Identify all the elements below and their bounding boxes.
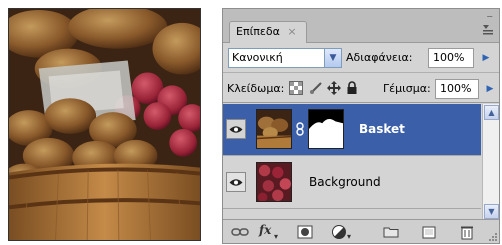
panel-header: Επίπεδα × – — [223, 9, 499, 43]
fill-field[interactable]: 100% — [435, 79, 479, 99]
adjustment-dropdown-icon: ▾ — [347, 232, 352, 241]
adjustment-layer-icon[interactable] — [331, 224, 347, 240]
tab-layers[interactable]: Επίπεδα × — [229, 21, 307, 43]
new-group-icon[interactable] — [383, 224, 399, 240]
layer-row-basket[interactable]: Basket — [223, 104, 481, 156]
minimize-button[interactable]: – — [487, 9, 494, 24]
lock-label: Κλείδωμα: — [227, 82, 285, 95]
opacity-slider-arrow-icon[interactable]: ▶ — [479, 49, 493, 67]
lock-position-move-icon[interactable] — [327, 81, 341, 95]
blend-mode-dropdown[interactable]: Κανονική ▼ — [228, 48, 342, 68]
fx-icon[interactable]: fx — [259, 223, 271, 239]
lock-all-icon[interactable] — [345, 81, 359, 95]
photo-illustration — [9, 9, 200, 240]
blend-mode-value: Κανονική — [232, 51, 283, 64]
layers-scrollbar[interactable]: ▲ ▼ — [482, 104, 499, 220]
tab-label: Επίπεδα — [236, 25, 280, 38]
link-layers-icon[interactable] — [231, 224, 249, 240]
layer-name: Basket — [359, 122, 405, 136]
basket-thumbnail-image — [257, 110, 291, 148]
close-icon[interactable]: × — [287, 25, 296, 38]
visibility-toggle[interactable] — [226, 172, 246, 192]
link-chain-icon[interactable] — [295, 122, 305, 136]
layer-thumbnail[interactable] — [256, 162, 292, 202]
resize-grip-icon[interactable] — [488, 232, 498, 242]
layer-mask-thumbnail[interactable] — [308, 109, 344, 149]
layer-thumbnail[interactable] — [256, 109, 292, 149]
layers-panel: Επίπεδα × – Κανονική ▼ Αδιαφάνεια: 100% … — [222, 8, 500, 244]
new-layer-icon[interactable] — [421, 224, 437, 240]
lock-pixels-brush-icon[interactable] — [309, 81, 323, 95]
potato-basket-photo — [8, 8, 201, 241]
fill-label: Γέμισμα: — [383, 82, 431, 95]
visibility-toggle[interactable] — [226, 119, 246, 139]
eye-icon — [229, 126, 243, 133]
chevron-down-icon[interactable]: ▼ — [324, 49, 341, 67]
lock-transparency-icon[interactable] — [289, 81, 303, 95]
blend-row: Κανονική ▼ Αδιαφάνεια: 100% ▶ — [223, 43, 499, 73]
scroll-up-icon[interactable]: ▲ — [484, 105, 499, 120]
panel-menu-icon[interactable] — [481, 23, 495, 37]
eye-icon — [229, 179, 243, 186]
layers-bottom-bar: fx ▾ ▾ — [223, 219, 499, 243]
opacity-label: Αδιαφάνεια: — [346, 51, 413, 64]
lock-row: Κλείδωμα: Γέμισμα: 100% ▶ — [223, 74, 499, 103]
add-mask-icon[interactable] — [297, 224, 313, 240]
background-thumbnail-image — [257, 163, 291, 201]
trash-icon[interactable] — [459, 224, 475, 240]
layer-name: Background — [309, 175, 381, 189]
fill-slider-arrow-icon[interactable]: ▶ — [483, 80, 497, 98]
layer-row-background[interactable]: Background — [223, 157, 481, 209]
scroll-down-icon[interactable]: ▼ — [484, 204, 499, 219]
fx-dropdown-icon: ▾ — [274, 232, 279, 241]
layers-list: Basket Background — [223, 104, 481, 220]
mask-thumbnail-image — [309, 110, 343, 148]
opacity-field[interactable]: 100% — [428, 48, 474, 68]
